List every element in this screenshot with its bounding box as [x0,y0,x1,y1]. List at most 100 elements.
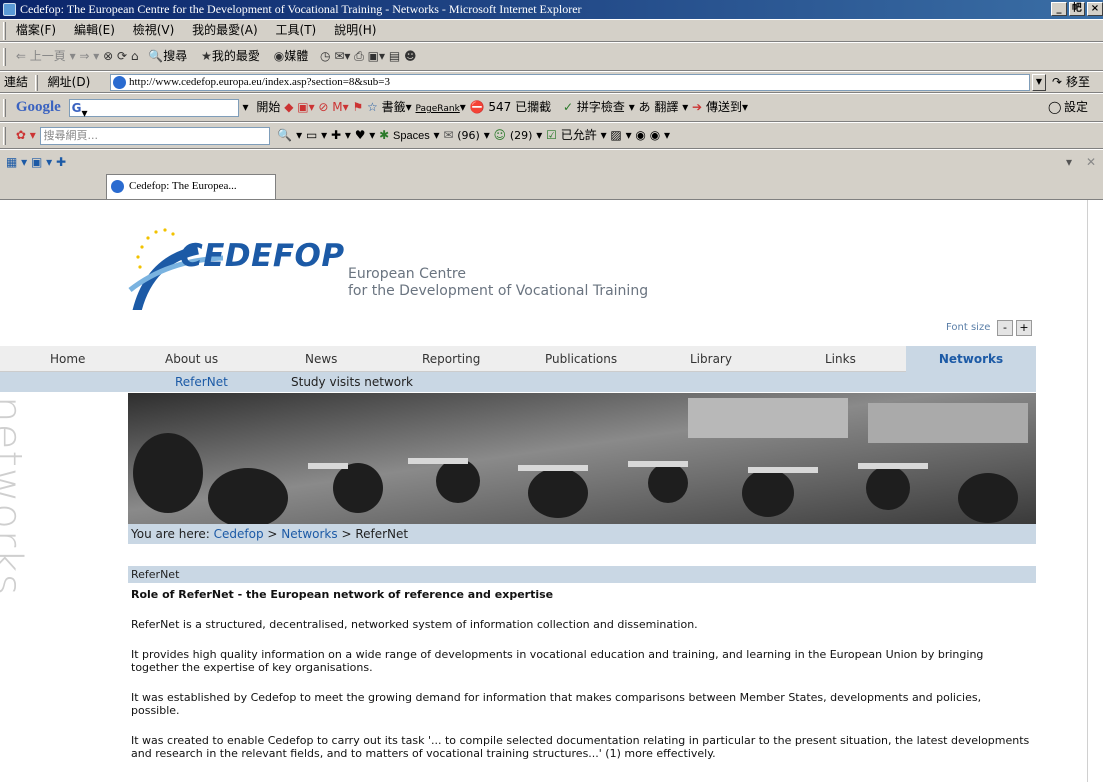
spaces-icon: ✱ [379,128,390,142]
menu-file[interactable]: 檔案(F) [16,23,56,37]
close-button[interactable]: × [1087,2,1103,16]
menu-view[interactable]: 檢視(V) [133,23,175,37]
toolbar-grip[interactable] [3,126,6,145]
menu-help[interactable]: 說明(H) [334,23,376,37]
nav-library[interactable]: Library [690,346,732,372]
toolbar-more-icons[interactable]: ▾ ▨ ▾ ◉ ◉ ▾ [601,128,670,142]
article-content: Role of ReferNet - the European network … [131,588,1031,777]
address-label: 網址(D) [47,75,91,89]
address-url[interactable]: http://www.cedefop.europa.eu/index.asp?s… [129,76,390,88]
breadcrumb-networks[interactable]: Networks [281,527,337,541]
edit-icon[interactable]: ▣▾ [368,49,389,63]
new-tab-icon[interactable]: ✚ [56,155,66,169]
spellcheck-button[interactable]: 拼字檢查 [577,100,625,114]
toolbar-grip[interactable] [3,21,6,40]
popup-allowed-button[interactable]: 已允許 [561,128,597,142]
tab-menu-icon[interactable]: ▾ [1066,150,1072,174]
menu-tools[interactable]: 工具(T) [276,23,317,37]
chevron-down-icon: ▾ [433,128,444,142]
breadcrumb-prefix: You are here: [131,527,214,541]
stop-icon[interactable]: ⊗ [103,49,117,63]
chevron-down-icon[interactable]: ▾ [70,49,80,63]
settings-radio-icon: ◯ [1048,100,1062,114]
forward-arrow-icon[interactable]: ⇒ ▾ [79,49,103,63]
toolbar-grip[interactable] [3,98,6,117]
mail-icon[interactable]: ✉▾ [334,49,354,63]
messenger-icon[interactable]: ☻ [404,49,417,63]
breadcrumb-cedefop[interactable]: Cedefop [214,527,264,541]
translate-button[interactable]: 翻譯 [654,100,678,114]
go-arrow-icon[interactable]: ↷ [1052,72,1062,92]
contacts-count[interactable]: (29) [510,129,533,142]
google-tools-icons[interactable]: ◆ ▣▾ ⊘ M▾ ⚑ [284,100,367,114]
tab-cedefop[interactable]: Cedefop: The Europea... [106,174,276,199]
favorites-button[interactable]: 我的最愛 [212,49,260,63]
nav-links[interactable]: Links [825,346,856,372]
nav-news[interactable]: News [305,346,337,372]
spellcheck-icon: ✓ [562,100,574,114]
media-button[interactable]: 媒體 [284,49,308,63]
google-start-button[interactable]: 開始 [256,100,280,114]
chevron-down-icon: ▾ [405,100,416,114]
close-tab-icon[interactable]: ✕ [1086,150,1096,174]
translate-icon: あ [638,100,651,114]
back-arrow-icon[interactable]: ⇐ [16,49,26,63]
contacts-icon: ☺ [493,128,507,142]
vertical-scrollbar[interactable] [1087,200,1103,782]
nav-home[interactable]: Home [50,346,85,372]
cedefop-logo-text[interactable]: CEDEFOP [180,238,345,274]
menu-favorites[interactable]: 我的最愛(A) [192,23,258,37]
pagerank-button[interactable]: PageRank [416,104,460,114]
google-search-input[interactable]: G▾ [68,98,239,120]
google-toolbar: Google G▾ ▾ 開始 ◆ ▣▾ ⊘ M▾ ⚑ ☆ 書籤▾ PageRan… [0,93,1103,122]
tab-list-icon[interactable]: ▦ ▾ ▣ ▾ [6,155,56,169]
menu-edit[interactable]: 編輯(E) [74,23,115,37]
popup-allowed-icon: ☑ [546,128,557,142]
web-search-input[interactable]: 搜尋網頁... [39,126,270,145]
history-icon[interactable]: ◷ [320,49,334,63]
font-size-decrease-button[interactable]: - [997,320,1013,336]
section-side-label: networks [0,396,32,626]
nav-reporting[interactable]: Reporting [422,346,480,372]
popup-blocker-icon: ⛔ [469,100,485,114]
article-paragraph: It was created to enable Cedefop to carr… [131,734,1030,760]
subnav-study-visits[interactable]: Study visits network [291,372,413,392]
address-input[interactable]: http://www.cedefop.europa.eu/index.asp?s… [110,74,1030,91]
mail-count[interactable]: (96) [457,129,480,142]
back-button[interactable]: 上一頁 [30,49,66,63]
minimize-button[interactable]: _ [1051,2,1067,16]
address-dropdown-button[interactable]: ▼ [1032,74,1046,91]
toolbar-logo-icon[interactable]: ✿ ▾ [16,128,40,142]
settings-button[interactable]: 設定 [1064,94,1088,121]
toolbar-buttons[interactable]: ▾ ▭ ▾ ✚ ▾ ♥ ▾ [296,128,379,142]
nav-networks[interactable]: Networks [906,346,1036,372]
breadcrumb: You are here: Cedefop > Networks > Refer… [128,524,1036,544]
discuss-icon[interactable]: ▤ [389,49,404,63]
search-icon[interactable]: 🔍 [277,128,292,142]
toolbar-grip[interactable] [34,74,38,91]
search-icon: 🔍 [148,49,164,63]
google-logo[interactable]: Google [16,99,61,115]
send-to-button[interactable]: 傳送到 [706,100,742,114]
font-size-increase-button[interactable]: + [1016,320,1032,336]
links-label[interactable]: 連結 [4,75,28,89]
chevron-down-icon[interactable]: ▾ [242,100,248,114]
print-icon[interactable]: ⎙ [354,49,367,63]
search-button[interactable]: 搜尋 [163,49,187,63]
bookmarks-button[interactable]: 書籤 [382,100,406,114]
google-g-icon: G [71,100,82,115]
refresh-icon[interactable]: ⟳ [117,49,131,63]
nav-publications[interactable]: Publications [545,346,617,372]
toolbar-grip[interactable] [3,47,6,66]
nav-about-us[interactable]: About us [165,346,218,372]
breadcrumb-separator: > [337,527,356,541]
ie-page-icon [113,76,126,89]
article-paragraph: It was established by Cedefop to meet th… [131,691,982,717]
tagline-line-2: for the Development of Vocational Traini… [348,283,649,299]
home-icon[interactable]: ⌂ [131,49,142,63]
spaces-button[interactable]: Spaces [393,130,430,142]
subnav-refernet[interactable]: ReferNet [175,372,228,392]
go-button[interactable]: 移至 [1066,72,1090,92]
restore-button[interactable]: 帊 [1069,2,1085,16]
popup-blocked-count[interactable]: 547 已攔截 [488,100,551,114]
